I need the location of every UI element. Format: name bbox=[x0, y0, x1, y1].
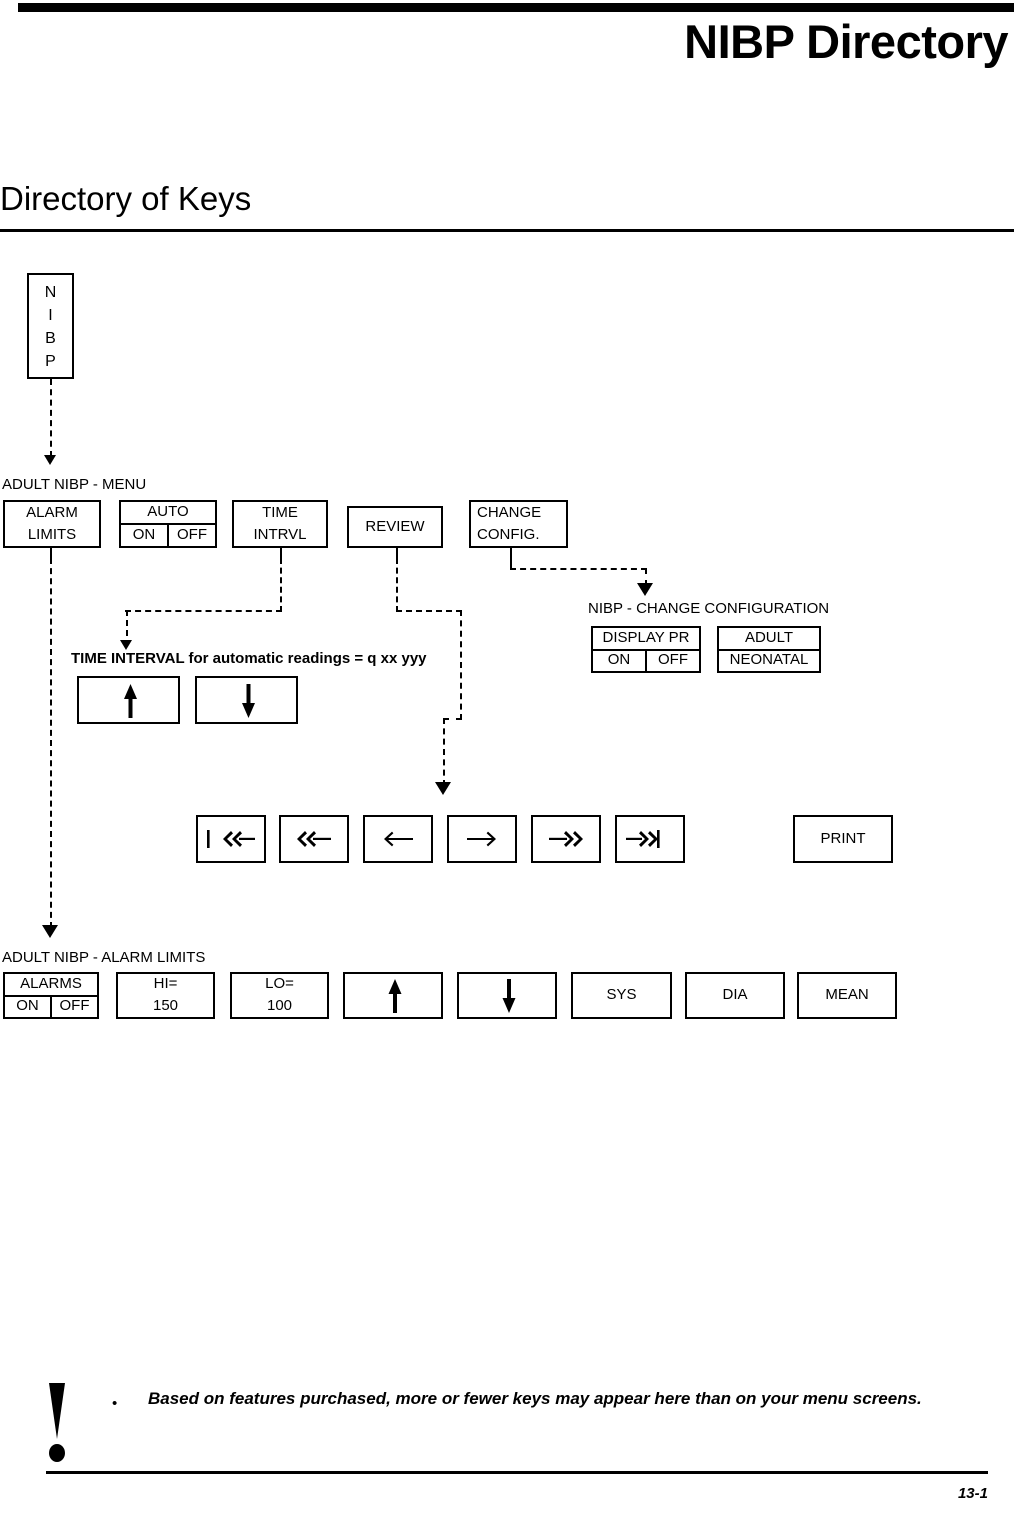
arrow-right-icon bbox=[449, 817, 515, 861]
config-key-option-neonatal[interactable]: NEONATAL bbox=[719, 648, 819, 672]
rewind-icon bbox=[281, 817, 347, 861]
menu-key-option-on[interactable]: ON bbox=[121, 523, 167, 546]
note-bullet: • bbox=[112, 1395, 118, 1412]
section-rule bbox=[0, 229, 1014, 232]
alarm-limits-section-label: ADULT NIBP - ALARM LIMITS bbox=[2, 949, 206, 966]
connector-arrowhead bbox=[42, 925, 58, 938]
review-key-rewind[interactable] bbox=[279, 815, 349, 863]
section-title: Directory of Keys bbox=[0, 180, 252, 217]
alarm-key-value: 150 bbox=[152, 996, 179, 1014]
config-key-option-on[interactable]: ON bbox=[593, 648, 645, 672]
alarm-key-option-on[interactable]: ON bbox=[5, 994, 50, 1018]
review-key-first-page[interactable] bbox=[196, 815, 266, 863]
last-page-icon bbox=[617, 817, 683, 861]
connector-arrowhead bbox=[120, 640, 132, 650]
menu-key-line2: CONFIG. bbox=[477, 525, 540, 543]
menu-key-alarm-limits[interactable]: ALARM LIMITS bbox=[3, 500, 101, 548]
alarm-key-header: ALARMS bbox=[20, 974, 82, 992]
alarm-key-label: SYS bbox=[606, 986, 637, 1004]
header-rule bbox=[18, 3, 1014, 12]
connector-change-config-seg1 bbox=[510, 568, 647, 570]
config-key-option-adult[interactable]: ADULT bbox=[719, 628, 819, 649]
connector-review-seg2 bbox=[396, 610, 462, 612]
fast-forward-icon bbox=[533, 817, 599, 861]
footer-rule bbox=[46, 1471, 988, 1474]
alarm-key-line1: HI= bbox=[153, 975, 178, 993]
menu-key-line2: LIMITS bbox=[27, 525, 77, 543]
warning-icon bbox=[46, 1383, 68, 1462]
alarm-key-line1: LO= bbox=[265, 975, 294, 993]
connector-alarm-limits-to-section bbox=[50, 558, 52, 928]
menu-key-option-off[interactable]: OFF bbox=[167, 523, 215, 546]
menu-key-auto[interactable]: AUTO ON OFF bbox=[119, 500, 217, 548]
connector-nibp-to-menu bbox=[50, 379, 52, 457]
connector-arrowhead bbox=[637, 583, 653, 596]
page-number: 13-1 bbox=[957, 1485, 988, 1502]
alarm-key-value: 100 bbox=[266, 996, 293, 1014]
alarm-key-label: DIA bbox=[722, 986, 748, 1004]
nibp-key-letter: I bbox=[48, 306, 53, 324]
arrow-left-icon bbox=[365, 817, 431, 861]
alarm-key-decrease[interactable] bbox=[457, 972, 557, 1019]
menu-key-time-intrvl[interactable]: TIME INTRVL bbox=[232, 500, 328, 548]
nibp-key-letter: B bbox=[45, 330, 56, 347]
connector-review-seg4 bbox=[443, 718, 462, 720]
alarm-key-option-off[interactable]: OFF bbox=[50, 994, 97, 1017]
review-key-back[interactable] bbox=[363, 815, 433, 863]
config-key-patient-mode[interactable]: ADULT NEONATAL bbox=[717, 626, 821, 673]
review-key-forward[interactable] bbox=[447, 815, 517, 863]
page-title: NIBP Directory bbox=[684, 15, 1008, 68]
review-key-print[interactable]: PRINT bbox=[793, 815, 893, 863]
menu-key-line1: ALARM bbox=[26, 503, 78, 521]
menu-key-change-config[interactable]: CHANGE CONFIG. bbox=[469, 500, 568, 548]
connector-change-config-seg2 bbox=[510, 558, 512, 570]
connector-review-seg3 bbox=[460, 610, 462, 720]
connector-time-intrvl-seg2 bbox=[125, 610, 282, 612]
nibp-key-button[interactable]: N I B P bbox=[27, 273, 74, 379]
alarm-key-alarms[interactable]: ALARMS ON OFF bbox=[3, 972, 99, 1019]
connector-review-seg1 bbox=[396, 558, 398, 612]
review-key-fast-forward[interactable] bbox=[531, 815, 601, 863]
alarm-key-dia[interactable]: DIA bbox=[685, 972, 785, 1019]
config-key-display-pr[interactable]: DISPLAY PR ON OFF bbox=[591, 626, 701, 673]
config-key-option-off[interactable]: OFF bbox=[645, 648, 699, 671]
menu-key-header: AUTO bbox=[147, 503, 189, 521]
alarm-key-label: MEAN bbox=[825, 986, 869, 1004]
arrow-down-icon bbox=[197, 678, 296, 722]
alarm-key-sys[interactable]: SYS bbox=[571, 972, 672, 1019]
menu-key-line1: REVIEW bbox=[365, 517, 425, 535]
connector-review-seg5 bbox=[443, 718, 445, 786]
alarm-key-hi-limit[interactable]: HI= 150 bbox=[116, 972, 215, 1019]
warning-icon-stem bbox=[49, 1383, 65, 1439]
review-key-label: PRINT bbox=[820, 829, 866, 847]
config-key-header: DISPLAY PR bbox=[602, 628, 690, 646]
menu-key-review[interactable]: REVIEW bbox=[347, 506, 443, 548]
nibp-key-letter: P bbox=[45, 353, 56, 371]
menu-key-line1: TIME bbox=[262, 503, 298, 521]
first-page-icon bbox=[198, 817, 264, 861]
alarm-key-mean[interactable]: MEAN bbox=[797, 972, 897, 1019]
connector-time-intrvl-seg1 bbox=[280, 558, 282, 612]
menu-key-line2: INTRVL bbox=[253, 525, 307, 543]
arrow-up-icon bbox=[79, 678, 178, 722]
time-interval-label: TIME INTERVAL for automatic readings = q… bbox=[71, 650, 427, 667]
menu-key-line1: CHANGE bbox=[477, 503, 542, 521]
warning-icon-dot bbox=[49, 1444, 65, 1462]
connector-arrowhead bbox=[435, 782, 451, 795]
change-config-section-label: NIBP - CHANGE CONFIGURATION bbox=[588, 600, 830, 617]
review-key-last-page[interactable] bbox=[615, 815, 685, 863]
menu-section-label: ADULT NIBP - MENU bbox=[2, 476, 147, 493]
connector-arrowhead bbox=[44, 455, 56, 465]
arrow-up-icon bbox=[345, 974, 441, 1017]
note-text: Based on features purchased, more or few… bbox=[148, 1389, 922, 1408]
alarm-key-increase[interactable] bbox=[343, 972, 443, 1019]
arrow-down-icon bbox=[459, 974, 555, 1017]
alarm-key-lo-limit[interactable]: LO= 100 bbox=[230, 972, 329, 1019]
time-interval-key-decrease[interactable] bbox=[195, 676, 298, 724]
time-interval-key-increase[interactable] bbox=[77, 676, 180, 724]
nibp-key-letter: N bbox=[44, 283, 57, 301]
